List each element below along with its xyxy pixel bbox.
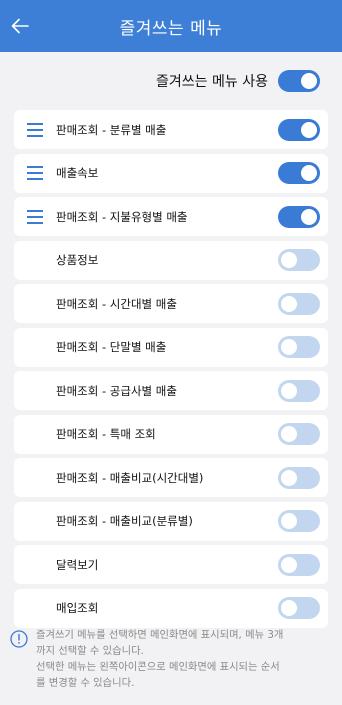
menu-item-label: 매입조회 bbox=[56, 601, 99, 615]
toggle-knob bbox=[281, 252, 297, 268]
app-header: 즐겨쓰는 메뉴 bbox=[0, 0, 342, 52]
menu-item-toggle[interactable] bbox=[278, 336, 320, 358]
menu-item-toggle[interactable] bbox=[278, 205, 320, 228]
menu-item[interactable]: 판매조회 - 특매 조회 bbox=[14, 414, 328, 454]
menu-item[interactable]: 매입조회 bbox=[14, 588, 328, 628]
menu-item-toggle[interactable] bbox=[278, 597, 320, 619]
menu-item-label: 달력보기 bbox=[56, 557, 99, 572]
master-toggle-row: 즐겨쓰는 메뉴 사용 bbox=[0, 52, 342, 110]
notice-text: 즐겨쓰기 메뉴를 선택하면 메인화면에 표시되며, 메뉴 3개 까지 선택할 수… bbox=[36, 627, 283, 691]
menu-item[interactable]: 달력보기 bbox=[14, 545, 328, 584]
menu-item-label: 판매조회 - 지불유형별 매출 bbox=[56, 209, 188, 224]
info-icon bbox=[10, 630, 28, 648]
menu-item-toggle[interactable] bbox=[278, 292, 320, 315]
drag-handle[interactable] bbox=[14, 154, 56, 193]
menu-item-label: 판매조회 - 단말별 매출 bbox=[56, 340, 167, 354]
toggle-knob bbox=[281, 426, 297, 442]
master-toggle[interactable] bbox=[278, 70, 320, 92]
menu-item[interactable]: 판매조회 - 공급사별 매출 bbox=[14, 371, 328, 410]
arrow-left-icon bbox=[11, 18, 29, 34]
hamburger-icon bbox=[27, 122, 43, 137]
menu-item-toggle[interactable] bbox=[278, 379, 320, 402]
toggle-knob bbox=[281, 295, 297, 312]
menu-item[interactable]: 판매조회 - 매출비교(시간대별) bbox=[14, 458, 328, 497]
toggle-knob bbox=[281, 513, 297, 529]
menu-item-toggle[interactable] bbox=[278, 510, 320, 532]
toggle-knob bbox=[301, 208, 317, 225]
toggle-knob bbox=[281, 339, 297, 355]
back-button[interactable] bbox=[6, 10, 34, 42]
notice-line: 까지 선택할 수 있습니다. bbox=[36, 645, 144, 657]
notice-line: 를 변경할 수 있습니다. bbox=[36, 677, 135, 689]
notice: 즐겨쓰기 메뉴를 선택하면 메인화면에 표시되며, 메뉴 3개 까지 선택할 수… bbox=[10, 627, 332, 691]
toggle-knob bbox=[281, 469, 297, 486]
drag-handle[interactable] bbox=[14, 197, 56, 236]
menu-item-label: 판매조회 - 매출비교(시간대별) bbox=[56, 470, 204, 485]
menu-item-toggle[interactable] bbox=[278, 118, 320, 141]
menu-item[interactable]: 판매조회 - 분류별 매출 bbox=[14, 110, 328, 149]
toggle-knob bbox=[281, 556, 297, 573]
drag-handle[interactable] bbox=[14, 110, 56, 149]
toggle-knob bbox=[301, 121, 317, 138]
toggle-knob bbox=[301, 73, 317, 89]
menu-item[interactable]: 판매조회 - 지불유형별 매출 bbox=[14, 197, 328, 236]
menu-item-label: 판매조회 - 매출비교(분류별) bbox=[56, 514, 193, 528]
notice-line: 즐겨쓰기 메뉴를 선택하면 메인화면에 표시되며, 메뉴 3개 bbox=[36, 629, 284, 641]
toggle-knob bbox=[301, 165, 317, 181]
hamburger-icon bbox=[27, 209, 43, 224]
menu-item-label: 판매조회 - 특매 조회 bbox=[56, 427, 156, 441]
menu-item-label: 판매조회 - 분류별 매출 bbox=[56, 122, 167, 137]
menu-item-toggle[interactable] bbox=[278, 466, 320, 489]
menu-item-toggle[interactable] bbox=[278, 162, 320, 184]
menu-item-label: 상품정보 bbox=[56, 253, 99, 267]
menu-item-label: 매출속보 bbox=[56, 166, 99, 180]
toggle-knob bbox=[281, 382, 297, 399]
menu-item[interactable]: 판매조회 - 매출비교(분류별) bbox=[14, 501, 328, 541]
menu-item-toggle[interactable] bbox=[278, 423, 320, 445]
menu-item[interactable]: 상품정보 bbox=[14, 240, 328, 280]
menu-item-label: 판매조회 - 공급사별 매출 bbox=[56, 383, 177, 398]
menu-item-toggle[interactable] bbox=[278, 249, 320, 271]
master-toggle-label: 즐겨쓰는 메뉴 사용 bbox=[156, 74, 268, 90]
menu-item[interactable]: 판매조회 - 단말별 매출 bbox=[14, 327, 328, 367]
hamburger-icon bbox=[27, 166, 43, 180]
menu-item-label: 판매조회 - 시간대별 매출 bbox=[56, 296, 177, 311]
menu-item[interactable]: 매출속보 bbox=[14, 153, 328, 193]
toggle-knob bbox=[281, 600, 297, 616]
page-title: 즐겨쓰는 메뉴 bbox=[119, 18, 223, 39]
menu-list: 판매조회 - 분류별 매출매출속보판매조회 - 지불유형별 매출상품정보판매조회… bbox=[0, 110, 342, 628]
menu-item-toggle[interactable] bbox=[278, 553, 320, 576]
notice-line: 선택한 메뉴는 왼쪽아이콘으로 메인화면에 표시되는 순서 bbox=[36, 661, 280, 673]
menu-item[interactable]: 판매조회 - 시간대별 매출 bbox=[14, 284, 328, 323]
